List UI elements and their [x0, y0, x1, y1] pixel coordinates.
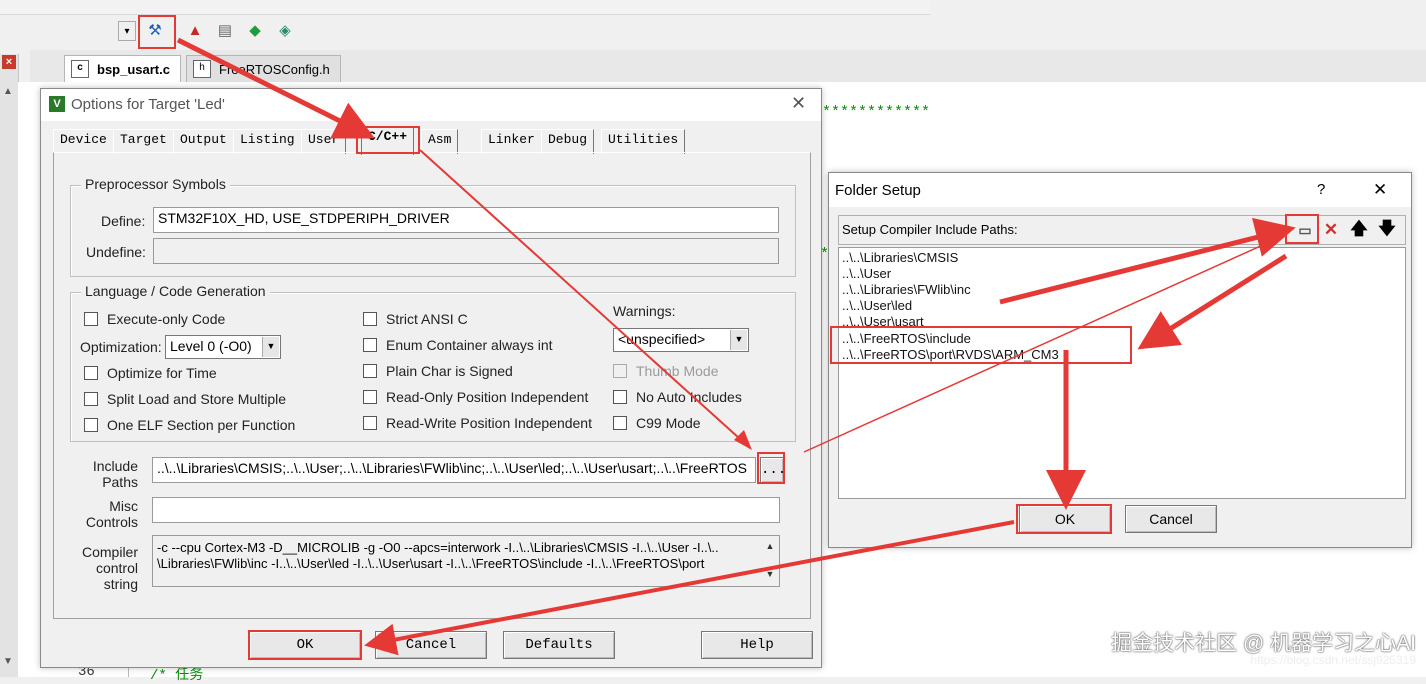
- arrow-browse-to-folder: [803, 234, 1286, 453]
- arrow-tab-to-browse: [419, 149, 751, 449]
- arrow-head-browse: [734, 430, 752, 450]
- arrow-wand-to-tab: [176, 37, 375, 139]
- watermark-url: https://blog.csdn.net/ssj925319: [1250, 653, 1416, 667]
- arrow-to-options-ok: [364, 520, 1015, 656]
- arrow-to-paths: [1137, 253, 1288, 350]
- annotation-arrows: [176, 37, 1296, 656]
- arrow-to-new-folder: [999, 217, 1296, 305]
